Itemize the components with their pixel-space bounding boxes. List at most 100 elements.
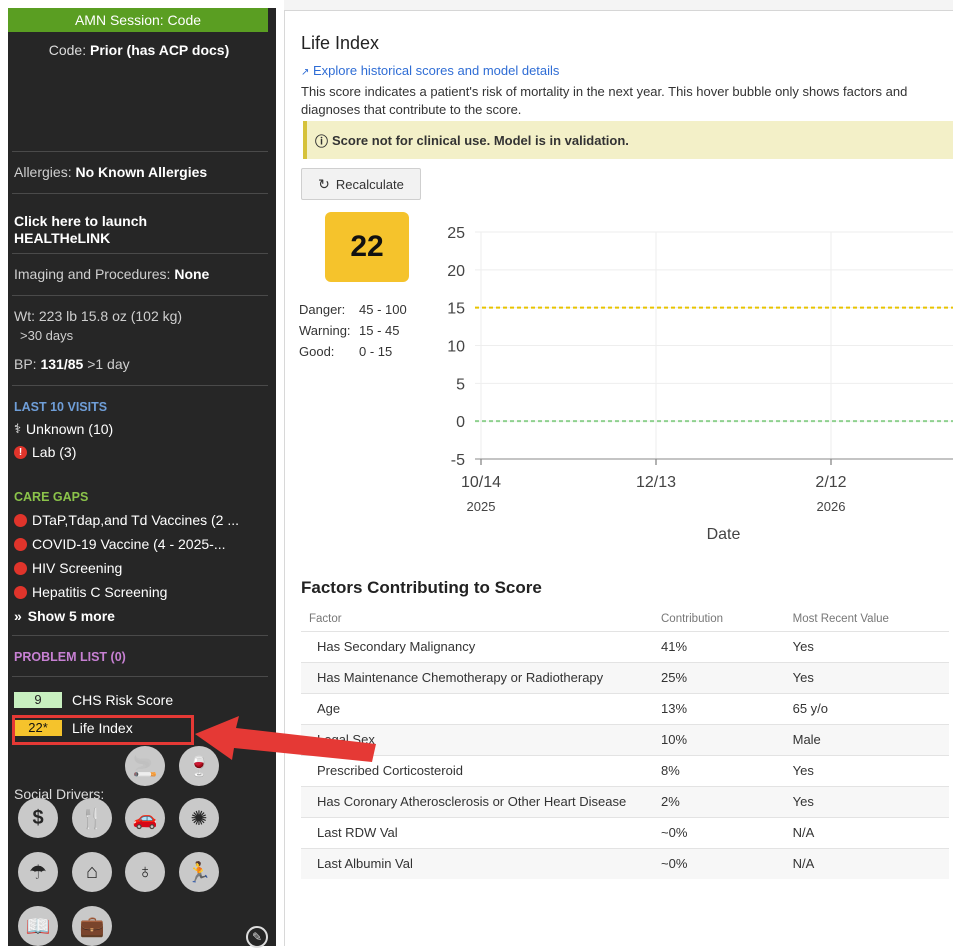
food-icon[interactable]: 🍴 (72, 798, 112, 838)
y-tick-label: 15 (447, 301, 465, 318)
x-tick-year: 2025 (467, 499, 496, 514)
imaging-value: None (174, 266, 210, 282)
y-tick-label: 0 (456, 414, 465, 431)
imaging-procedures[interactable]: Imaging and Procedures: None (14, 266, 209, 282)
factor-cell: Has Coronary Atherosclerosis or Other He… (301, 786, 627, 818)
chs-risk-score[interactable]: 9 CHS Risk Score (14, 690, 173, 710)
validation-banner: ⓘ Score not for clinical use. Model is i… (303, 121, 953, 159)
care-gap-item[interactable]: HIV Screening (14, 560, 122, 576)
contribution-cell: ~0% (627, 817, 773, 849)
contribution-cell: 2% (627, 786, 773, 818)
table-row: Has Maintenance Chemotherapy or Radiothe… (301, 662, 949, 694)
divider (12, 676, 268, 677)
table-row: Last RDW Val ~0% N/A (301, 817, 949, 849)
show-more-button[interactable]: » Show 5 more (14, 608, 115, 624)
contribution-cell: ~0% (627, 848, 773, 879)
table-row: Has Coronary Atherosclerosis or Other He… (301, 786, 949, 818)
recalculate-button[interactable]: ↻ Recalculate (301, 168, 421, 200)
bp-value: 131/85 (40, 356, 84, 372)
blood-pressure: BP: 131/85 >1 day (14, 356, 130, 372)
launch-line-1: Click here to launch (14, 213, 148, 229)
explore-link-label: Explore historical scores and model deta… (313, 63, 560, 78)
safety-icon[interactable]: ♁ (125, 852, 165, 892)
overdue-icon (14, 513, 27, 527)
problem-list-heading[interactable]: PROBLEM LIST (0) (14, 650, 126, 664)
score-history-chart: 25 20 15 10 5 0 -5 10/14 2025 12/13 2/12 2026 Date (447, 225, 953, 543)
care-gap-label: Hepatitis C Screening (32, 584, 168, 600)
last-visits-heading[interactable]: LAST 10 VISITS (14, 400, 107, 414)
y-tick-label: 25 (447, 225, 465, 242)
alcohol-icon[interactable]: 🍷 (179, 746, 219, 786)
edit-pencil-icon[interactable]: ✎ (246, 926, 268, 948)
factor-cell: Last Albumin Val (301, 848, 627, 879)
highlight-box (12, 715, 194, 745)
visit-item[interactable]: ! Lab (3) (14, 444, 76, 460)
divider (12, 193, 268, 194)
code-status: Code: Prior (has ACP docs) (8, 42, 270, 58)
banner-text: Score not for clinical use. Model is in … (332, 132, 629, 148)
factor-cell: Age (301, 693, 627, 725)
housing-icon[interactable]: ⌂ (72, 852, 112, 892)
chs-score-badge: 9 (14, 692, 62, 708)
x-tick-label: 2/12 (815, 474, 846, 491)
code-value: Prior (has ACP docs) (89, 42, 230, 58)
divider (12, 385, 268, 386)
care-gap-label: COVID-19 Vaccine (4 - 2025-... (32, 536, 226, 552)
table-row: Age 13% 65 y/o (301, 693, 949, 725)
table-row: Legal Sex 10% Male (301, 724, 949, 756)
range-warning: Warning: 15 - 45 (299, 323, 400, 338)
alert-icon: ! (14, 445, 27, 459)
recalculate-label: Recalculate (335, 176, 404, 192)
care-gap-item[interactable]: Hepatitis C Screening (14, 584, 167, 600)
session-banner[interactable]: AMN Session: Code (8, 8, 268, 32)
factors-heading: Factors Contributing to Score (301, 578, 542, 597)
table-header-row: Factor Contribution Most Recent Value (301, 607, 949, 632)
divider (12, 635, 268, 636)
allergies-value: No Known Allergies (75, 164, 208, 180)
recent-value-cell: 65 y/o (772, 693, 949, 725)
explore-historical-link[interactable]: ↗ Explore historical scores and model de… (301, 63, 559, 78)
contribution-cell: 41% (627, 631, 773, 663)
column-header-value: Most Recent Value (792, 613, 889, 625)
stethoscope-icon: ⚕ (14, 421, 22, 436)
x-tick-year: 2026 (817, 499, 846, 514)
life-index-popup: Life Index ↗ Explore historical scores a… (284, 11, 953, 946)
transportation-icon[interactable]: 🚗 (125, 798, 165, 838)
overdue-icon (14, 561, 27, 575)
divider (12, 151, 268, 152)
launch-line-2: HEALTHeLINK (14, 230, 111, 246)
chevron-double-down-icon: » (14, 608, 22, 624)
recent-value-cell: Yes (772, 631, 949, 663)
recent-value-cell: N/A (772, 848, 949, 879)
range-danger: Danger: 45 - 100 (299, 302, 407, 317)
overdue-icon (14, 537, 27, 551)
y-tick-label: 10 (447, 339, 465, 356)
stress-icon[interactable]: ✺ (179, 798, 219, 838)
visit-item[interactable]: ⚕ Unknown (10) (14, 421, 113, 437)
recent-value-cell: N/A (772, 817, 949, 849)
divider (12, 295, 268, 296)
tab-strip (284, 0, 953, 11)
smoking-icon[interactable]: 🚬 (125, 746, 165, 786)
factor-cell: Last RDW Val (301, 817, 627, 849)
allergies: Allergies: No Known Allergies (14, 164, 207, 180)
y-tick-label: 20 (447, 263, 465, 280)
care-gaps-heading[interactable]: CARE GAPS (14, 490, 88, 504)
care-gap-item[interactable]: COVID-19 Vaccine (4 - 2025-... (14, 536, 225, 552)
money-icon[interactable]: $ (18, 798, 58, 838)
employment-icon[interactable]: 💼 (72, 906, 112, 946)
chs-score-label: CHS Risk Score (72, 692, 174, 708)
care-gap-label: DTaP,Tdap,and Td Vaccines (2 ... (32, 512, 240, 528)
physical-activity-icon[interactable]: 🏃 (179, 852, 219, 892)
x-axis-title: Date (707, 526, 741, 543)
column-header-contribution: Contribution (661, 613, 724, 625)
visit-label: Lab (3) (32, 444, 77, 460)
care-gap-item[interactable]: DTaP,Tdap,and Td Vaccines (2 ... (14, 512, 239, 528)
housing-insecurity-icon[interactable]: ☂ (18, 852, 58, 892)
y-tick-label: -5 (451, 452, 465, 469)
column-header-factor: Factor (309, 613, 342, 625)
healthelink-launch-link[interactable]: Click here to launch HEALTHeLINK (14, 213, 147, 247)
education-icon[interactable]: 📖 (18, 906, 58, 946)
weight: Wt: 223 lb 15.8 oz (102 kg) (14, 308, 182, 324)
x-tick-label: 10/14 (461, 474, 501, 491)
